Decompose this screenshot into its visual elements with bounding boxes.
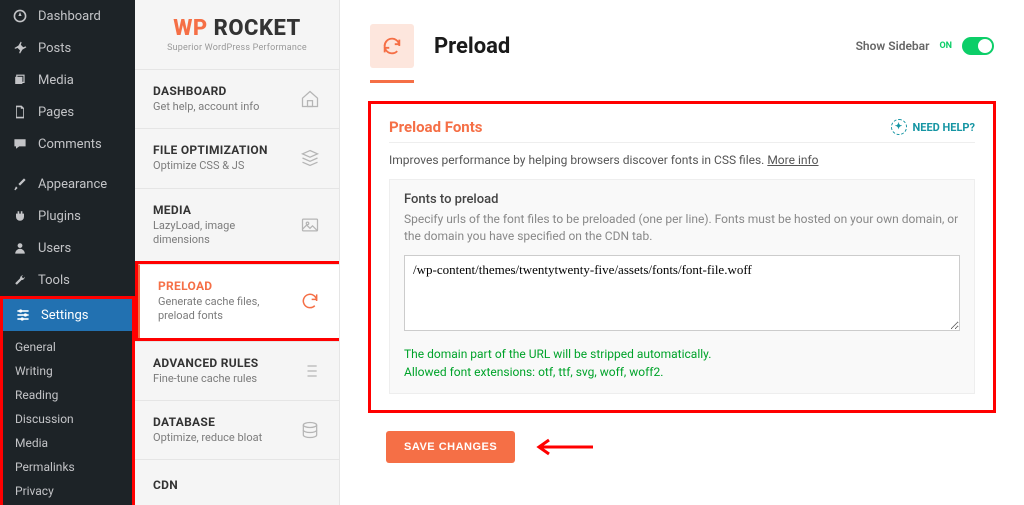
page-header: Preload Show Sidebar ON	[340, 0, 1024, 80]
sidebar-item-posts[interactable]: Posts	[0, 32, 135, 64]
globe-icon	[299, 474, 321, 496]
field-note: The domain part of the URL will be strip…	[404, 345, 960, 381]
dashboard-icon	[10, 8, 30, 24]
arrow-annotation	[535, 437, 595, 457]
sidebar-item-pages[interactable]: Pages	[0, 96, 135, 128]
note-line-1: The domain part of the URL will be strip…	[404, 345, 960, 363]
home-icon	[299, 88, 321, 110]
tab-desc: Optimize, reduce bloat	[153, 431, 262, 445]
submenu-reading[interactable]: Reading	[3, 383, 132, 407]
submenu-discussion[interactable]: Discussion	[3, 407, 132, 431]
submenu-media[interactable]: Media	[3, 431, 132, 455]
page-title: Preload	[434, 34, 510, 59]
logo-rocket: ROCKET	[214, 16, 301, 41]
rocket-tab-media[interactable]: MEDIA LazyLoad, image dimensions	[135, 188, 339, 262]
menu-label: Tools	[38, 273, 70, 288]
tab-title: CDN	[153, 478, 178, 492]
toggle-switch[interactable]	[962, 37, 994, 55]
submenu-permalinks[interactable]: Permalinks	[3, 455, 132, 479]
desc-text: Improves performance by helping browsers…	[389, 153, 767, 167]
tab-title: FILE OPTIMIZATION	[153, 143, 268, 157]
need-help-link[interactable]: ✦ NEED HELP?	[891, 119, 976, 135]
tab-desc: Generate cache files, preload fonts	[158, 295, 291, 324]
field-label: Fonts to preload	[404, 192, 960, 207]
list-icon	[299, 360, 321, 382]
sidebar-item-appearance[interactable]: Appearance	[0, 168, 135, 200]
help-icon: ✦	[891, 119, 907, 135]
pin-icon	[10, 40, 30, 56]
rocket-tab-file-opt[interactable]: FILE OPTIMIZATION Optimize CSS & JS	[135, 128, 339, 187]
tab-desc: LazyLoad, image dimensions	[153, 219, 291, 248]
show-sidebar-label: Show Sidebar	[856, 39, 930, 53]
rocket-tab-database[interactable]: DATABASE Optimize, reduce bloat	[135, 400, 339, 459]
menu-label: Comments	[38, 137, 102, 152]
note-line-2: Allowed font extensions: otf, ttf, svg, …	[404, 363, 960, 381]
menu-label: Media	[38, 73, 74, 88]
menu-label: Settings	[41, 308, 88, 323]
rocket-tab-dashboard[interactable]: DASHBOARD Get help, account info	[135, 69, 339, 128]
reload-icon	[299, 290, 321, 312]
comments-icon	[10, 136, 30, 152]
tab-title: ADVANCED RULES	[153, 356, 258, 370]
save-changes-button[interactable]: SAVE CHANGES	[386, 431, 515, 463]
menu-label: Pages	[38, 105, 74, 120]
rocket-tab-advanced[interactable]: ADVANCED RULES Fine-tune cache rules	[135, 341, 339, 400]
submenu-general[interactable]: General	[3, 335, 132, 359]
tab-title: DATABASE	[153, 415, 262, 429]
submenu-privacy[interactable]: Privacy	[3, 479, 132, 503]
submenu-writing[interactable]: Writing	[3, 359, 132, 383]
sidebar-item-tools[interactable]: Tools	[0, 264, 135, 296]
tab-desc: Optimize CSS & JS	[153, 159, 268, 173]
plugin-icon	[10, 208, 30, 224]
sidebar-item-comments[interactable]: Comments	[0, 128, 135, 160]
logo-tagline: Superior WordPress Performance	[155, 43, 319, 53]
rocket-tab-cdn[interactable]: CDN	[135, 459, 339, 505]
wrench-icon	[10, 272, 30, 288]
toggle-state: ON	[939, 41, 952, 51]
picture-icon	[299, 214, 321, 236]
tab-title: PRELOAD	[158, 279, 291, 293]
section-title: Preload Fonts	[389, 118, 483, 136]
settings-submenu: General Writing Reading Discussion Media…	[3, 331, 132, 505]
more-info-link[interactable]: More info	[767, 153, 818, 167]
sidebar-item-users[interactable]: Users	[0, 232, 135, 264]
logo-wp: WP	[173, 16, 213, 41]
preload-fonts-section: Preload Fonts ✦ NEED HELP? Improves perf…	[368, 101, 996, 413]
layers-icon	[299, 147, 321, 169]
sidebar-item-plugins[interactable]: Plugins	[0, 200, 135, 232]
sidebar-item-dashboard[interactable]: Dashboard	[0, 0, 135, 32]
database-icon	[299, 419, 321, 441]
field-help: Specify urls of the font files to be pre…	[404, 211, 960, 245]
sliders-icon	[13, 307, 33, 323]
wp-admin-sidebar: Dashboard Posts Media Pages Comments App…	[0, 0, 135, 505]
fonts-textarea[interactable]	[404, 255, 960, 331]
wp-rocket-sidebar: WP ROCKET Superior WordPress Performance…	[135, 0, 340, 505]
menu-label: Posts	[38, 41, 71, 56]
need-help-label: NEED HELP?	[913, 121, 976, 134]
brush-icon	[10, 176, 30, 192]
media-icon	[10, 72, 30, 88]
menu-label: Users	[38, 241, 71, 256]
fonts-to-preload-field: Fonts to preload Specify urls of the fon…	[389, 179, 975, 394]
rocket-tab-preload[interactable]: PRELOAD Generate cache files, preload fo…	[138, 264, 339, 338]
menu-label: Appearance	[38, 177, 107, 192]
menu-label: Plugins	[38, 209, 81, 224]
tab-desc: Fine-tune cache rules	[153, 372, 258, 386]
wp-rocket-logo: WP ROCKET Superior WordPress Performance	[135, 0, 339, 69]
sidebar-item-settings[interactable]: Settings	[3, 299, 132, 331]
user-icon	[10, 240, 30, 256]
page-icon	[10, 104, 30, 120]
reload-icon	[370, 24, 414, 68]
section-description: Improves performance by helping browsers…	[389, 142, 975, 179]
tab-title: MEDIA	[153, 203, 291, 217]
main-content: Preload Show Sidebar ON Preload Fonts ✦ …	[340, 0, 1024, 505]
tab-desc: Get help, account info	[153, 100, 259, 114]
menu-label: Dashboard	[38, 9, 101, 24]
sidebar-item-media[interactable]: Media	[0, 64, 135, 96]
show-sidebar-toggle[interactable]: Show Sidebar ON	[856, 37, 994, 55]
tab-title: DASHBOARD	[153, 84, 259, 98]
